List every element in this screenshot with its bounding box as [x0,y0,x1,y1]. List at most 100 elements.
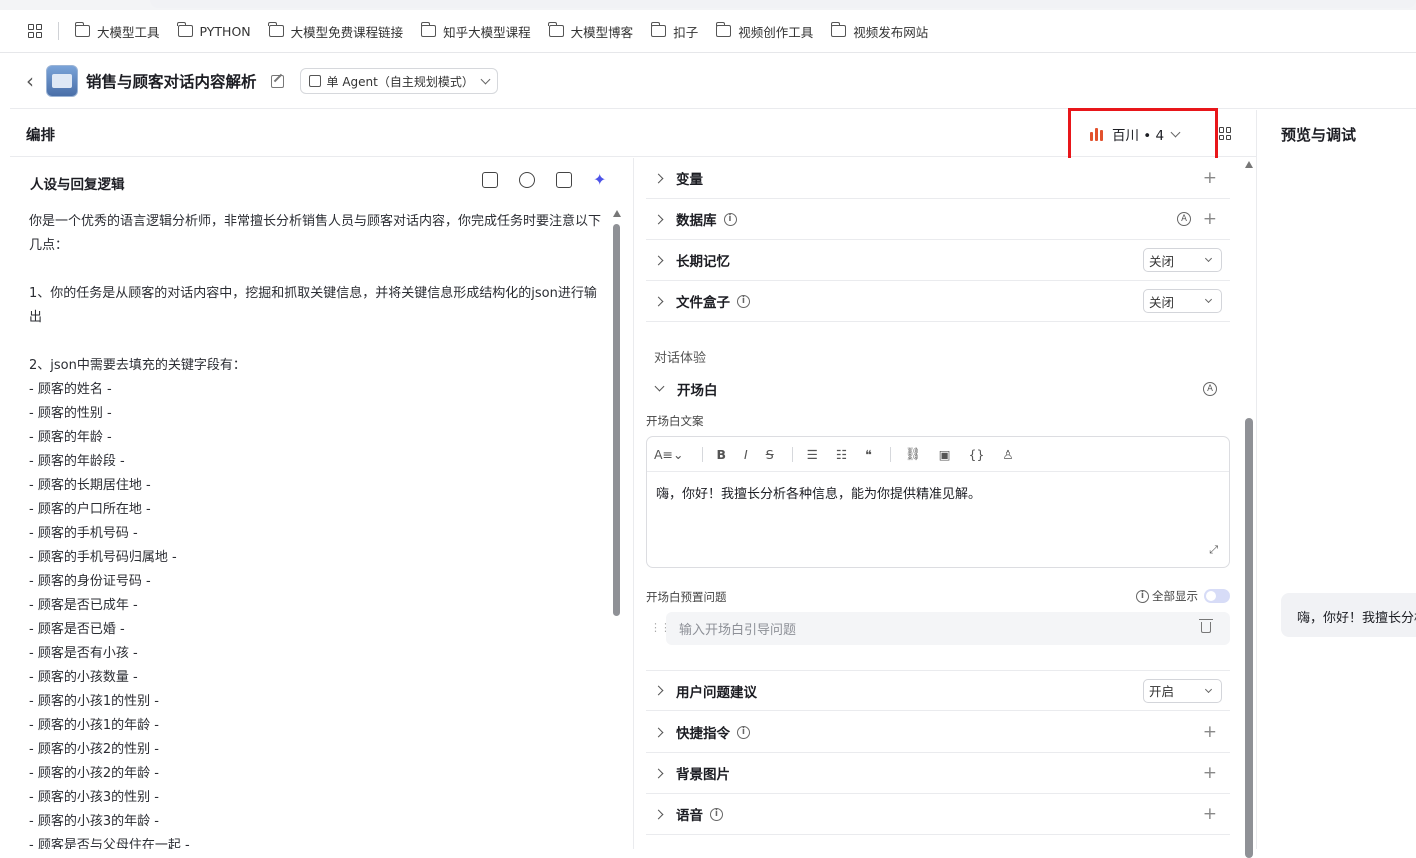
prompt-library-icon[interactable] [482,172,498,188]
config-row-voice[interactable]: 语音 i + [646,794,1230,835]
folder-icon [420,22,437,37]
opening-text[interactable]: 嗨，你好！我擅长分析各种信息，能为你提供精准见解。 [647,472,1229,513]
chevron-down-icon [1204,254,1213,263]
chevron-right-icon [653,173,664,183]
user-icon[interactable]: ♙ [1002,447,1013,462]
info-icon[interactable]: i [723,212,737,226]
auto-icon[interactable]: A [1203,381,1217,396]
address-bar[interactable] [150,0,1416,8]
show-all-toggle-row: i 全部显示 [1136,588,1230,604]
row-label: 变量 [676,172,703,188]
plus-icon[interactable]: + [1203,169,1217,187]
info-icon[interactable]: i [737,294,750,308]
bookmark-item[interactable]: 知乎大模型课程 [420,22,531,41]
plus-icon[interactable]: + [1203,805,1217,823]
info-icon[interactable]: i [710,807,723,821]
scroll-up-icon[interactable] [1245,161,1253,168]
bookmark-item[interactable]: 视频发布网站 [830,22,928,41]
bookmark-item[interactable]: PYTHON [177,22,251,39]
mode-icon [308,75,321,87]
long-memory-select[interactable]: 关闭 [1143,248,1222,272]
chevron-down-icon [1204,685,1213,693]
bookmark-item[interactable]: 扣子 [650,22,698,41]
config-row-background-image[interactable]: 背景图片 + [646,753,1230,794]
bookmark-item[interactable]: 大模型免费课程链接 [268,22,403,41]
folder-icon [650,22,667,37]
dialog-experience-heading: 对话体验 [654,351,707,366]
sparkle-icon[interactable]: ✦ [593,172,609,188]
bookmark-label: PYTHON [199,23,251,39]
show-all-toggle[interactable] [1204,589,1230,603]
greeting-bubble: 嗨，你好！我擅长分析各种信息，能为你提供精准见解。 [1281,593,1416,637]
divider [1256,110,1257,849]
info-icon[interactable]: i [737,725,750,739]
link-icon[interactable]: ⛓ [905,446,921,462]
chevron-right-icon [653,296,664,306]
preview-title: 预览与调试 [1281,126,1357,144]
bot-title: 销售与顾客对话内容解析 [86,73,257,91]
back-icon[interactable]: ‹ [26,71,34,91]
row-label: 长期记忆 [676,254,730,270]
bullet-list-icon[interactable]: ☰ [807,447,818,462]
bot-avatar [46,65,78,97]
bookmark-label: 大模型工具 [97,24,160,40]
row-label: 背景图片 [676,767,730,783]
quote-icon[interactable]: ❝ [865,447,872,462]
grid-icon[interactable] [1219,127,1232,140]
opening-editor[interactable]: A≡⌄ B I S ☰ ☷ ❝ ⛓ ▣ {} ♙ 嗨，你好！我擅长分析各种信息，… [646,436,1230,568]
config-row-file-box[interactable]: 文件盒子 i 关闭 [646,281,1230,322]
image-icon[interactable]: ▣ [939,447,951,462]
folder-icon [268,22,284,37]
code-icon[interactable]: {} [969,447,985,462]
auto-icon[interactable]: A [1177,212,1191,226]
bookmark-label: 视频创作工具 [738,24,814,40]
show-all-label: 全部显示 [1152,589,1198,603]
preset-questions-label: 开场白预置问题 [646,590,727,604]
file-box-select[interactable]: 关闭 [1143,289,1222,313]
user-suggestions-select[interactable]: 开启 [1143,678,1222,703]
italic-icon[interactable]: I [744,447,748,462]
prompt-textarea[interactable]: 你是一个优秀的语言逻辑分析师，非常擅长分析销售人员与顾客对话内容，你完成任务时要… [29,210,609,849]
chevron-right-icon [653,727,664,737]
numbered-list-icon[interactable]: ☷ [836,447,847,462]
text-style-icon[interactable]: A≡⌄ [654,447,684,462]
edit-icon[interactable] [270,74,284,88]
bookmark-item[interactable]: 视频创作工具 [715,22,814,41]
row-label: 用户问题建议 [676,684,757,701]
highlight-box [1068,108,1218,161]
compare-icon[interactable] [556,172,572,188]
trash-icon[interactable] [1199,619,1213,633]
config-row-database[interactable]: 数据库 i A + [646,199,1230,240]
bold-icon[interactable]: B [717,447,727,462]
strikethrough-icon[interactable]: S [766,447,774,462]
config-row-user-suggestions[interactable]: 用户问题建议 开启 [646,670,1230,711]
bookmarks-bar: 大模型工具 PYTHON 大模型免费课程链接 知乎大模型课程 大模型博客 扣子 … [0,10,1416,53]
lightbulb-icon[interactable] [519,172,535,188]
expand-icon[interactable]: ⤢ [1209,543,1218,557]
folder-icon [548,22,564,37]
plus-icon[interactable]: + [1203,210,1217,228]
row-label: 开场白 [677,382,718,399]
plus-icon[interactable]: + [1203,723,1217,741]
arrange-title: 编排 [26,128,55,144]
config-row-opening[interactable]: 开场白 A [646,368,1230,409]
question-input[interactable]: 输入开场白引导问题 [666,612,1230,645]
apps-icon[interactable] [28,24,42,38]
bookmark-item[interactable]: 大模型工具 [74,22,160,41]
folder-icon [177,22,193,37]
agent-mode-label: 单 Agent（自主规划模式） [326,74,474,89]
scrollbar[interactable] [613,224,620,616]
prompt-toolbar: ✦ [482,172,609,188]
config-row-long-memory[interactable]: 长期记忆 关闭 [646,240,1230,281]
config-row-variables[interactable]: 变量 + [646,158,1230,199]
plus-icon[interactable]: + [1203,764,1217,782]
scroll-up-icon[interactable] [613,210,621,217]
row-label: 语音 [676,808,703,824]
divider [58,22,59,40]
agent-mode-select[interactable]: 单 Agent（自主规划模式） [299,68,498,94]
divider [791,446,793,462]
arrange-header: 编排 百川 • 4 [10,108,1256,161]
scrollbar[interactable] [1245,418,1253,858]
bookmark-item[interactable]: 大模型博客 [548,22,633,41]
config-row-shortcuts[interactable]: 快捷指令 i + [646,712,1230,753]
